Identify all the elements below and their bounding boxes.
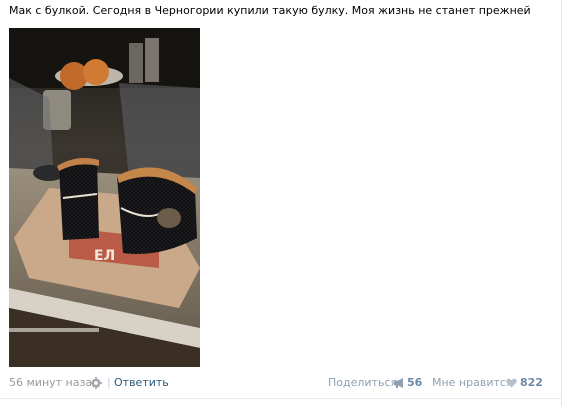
wall-post: Мак с булкой. Сегодня в Черногории купил…: [0, 0, 562, 406]
megaphone-icon[interactable]: [393, 377, 405, 389]
gear-icon[interactable]: [90, 377, 102, 389]
share-button[interactable]: Поделиться: [328, 375, 397, 391]
reply-link[interactable]: Ответить: [114, 375, 169, 391]
bag-label: ЕЛ: [94, 248, 115, 264]
post-text: Мак с булкой. Сегодня в Черногории купил…: [9, 4, 531, 17]
share-count: 56: [407, 376, 423, 389]
post-time[interactable]: 56 минут назад: [9, 375, 100, 391]
post-footer: 56 минут назад | Ответить Поделиться 56 …: [9, 375, 543, 391]
like-button[interactable]: Мне нравится: [432, 375, 513, 391]
like-count: 822: [520, 376, 543, 389]
separator: |: [107, 376, 111, 389]
post-photo[interactable]: ЕЛ: [9, 28, 200, 367]
post-divider: [0, 398, 562, 399]
heart-icon[interactable]: [506, 378, 517, 388]
poppy-seed-bun-photo: ЕЛ: [9, 28, 200, 367]
